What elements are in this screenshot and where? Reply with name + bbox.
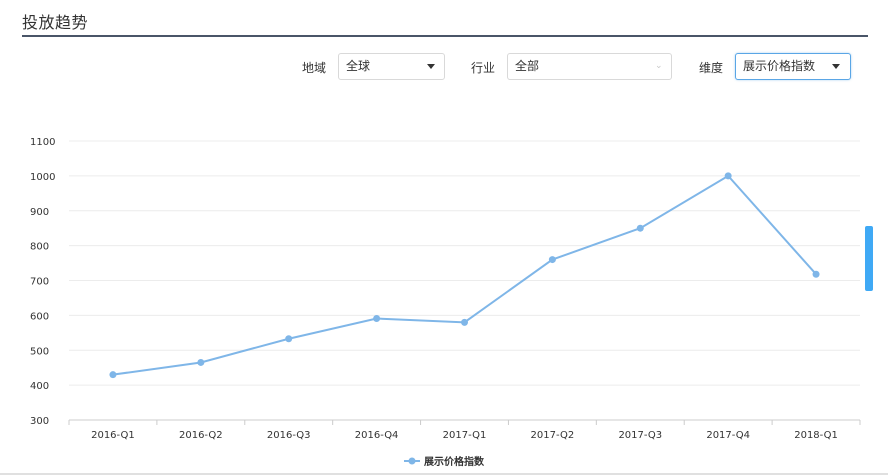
data-point xyxy=(724,172,732,180)
x-tick-label: 2016-Q1 xyxy=(91,430,135,441)
page: 投放趋势 地域 全球 行业 全部 ⌄ 维度 展示价格指数 300 400 500 60… xyxy=(0,0,888,475)
data-point xyxy=(285,335,293,343)
y-tick-label: 900 xyxy=(30,207,49,218)
y-tick-label: 600 xyxy=(30,311,49,322)
x-tick-label: 2017-Q4 xyxy=(706,430,750,441)
trend-line-chart: 300 400 500 600 700 800 900 1000 1100 2016-Q1 2016… xyxy=(30,137,861,468)
y-tick-label: 1100 xyxy=(30,137,55,148)
x-tick-label: 2017-Q1 xyxy=(443,430,487,441)
data-point xyxy=(373,315,381,323)
x-tick-label: 2016-Q3 xyxy=(267,430,311,441)
legend-label: 展示价格指数 xyxy=(424,455,485,468)
x-tick-label: 2018-Q1 xyxy=(794,430,838,441)
data-point xyxy=(109,371,117,379)
data-point xyxy=(197,358,205,366)
data-point xyxy=(812,270,820,278)
x-tick-label: 2017-Q2 xyxy=(531,430,575,441)
y-tick-label: 1000 xyxy=(30,172,55,183)
y-tick-label: 300 xyxy=(30,416,49,427)
y-tick-label: 400 xyxy=(30,381,49,392)
x-tick-label: 2016-Q2 xyxy=(179,430,223,441)
scroll-handle[interactable] xyxy=(865,226,873,291)
data-point xyxy=(636,224,644,232)
legend-marker-icon xyxy=(408,457,416,465)
x-tick-label: 2016-Q4 xyxy=(355,430,399,441)
y-tick-label: 700 xyxy=(30,277,49,288)
data-point xyxy=(548,256,556,264)
series-line xyxy=(112,174,817,376)
y-tick-label: 500 xyxy=(30,346,49,357)
data-point xyxy=(461,318,468,326)
y-tick-label: 800 xyxy=(30,242,49,253)
x-tick-label: 2017-Q3 xyxy=(618,430,662,441)
